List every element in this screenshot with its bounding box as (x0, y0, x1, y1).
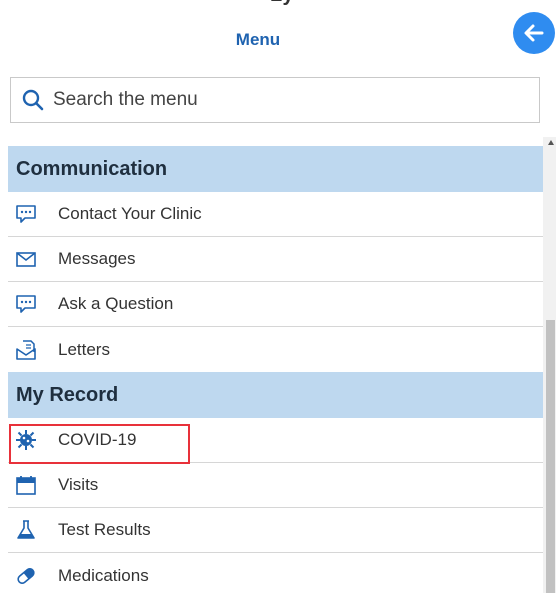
menu-item-letters[interactable]: Letters (8, 327, 543, 372)
scroll-up-arrow-icon[interactable] (548, 140, 554, 145)
search-icon (21, 88, 45, 112)
calendar-icon (14, 473, 38, 497)
flask-icon (14, 518, 38, 542)
menu-item-label: Test Results (58, 520, 151, 539)
arrow-left-icon (524, 24, 544, 42)
menu-item-label: Messages (58, 249, 136, 268)
menu-item-messages[interactable]: Messages (8, 237, 543, 282)
chat-icon (14, 292, 38, 316)
menu-item-label: Medications (58, 565, 149, 585)
menu-item-visits[interactable]: Visits (8, 463, 543, 508)
menu-item-label: Ask a Question (58, 294, 174, 313)
menu-list: Communication Contact Your Clinic Messag… (8, 146, 543, 598)
back-button[interactable] (513, 12, 555, 54)
page-heading-fragment: Ly (270, 0, 350, 6)
virus-icon (14, 428, 38, 452)
menu-item-covid-19[interactable]: COVID-19 (8, 418, 543, 463)
menu-title: Menu (235, 30, 281, 49)
menu-item-label: COVID-19 (58, 430, 137, 449)
pill-icon (14, 564, 38, 588)
section-header-my-record: My Record (8, 372, 543, 418)
menu-item-label: Contact Your Clinic (58, 204, 202, 223)
menu-item-ask-a-question[interactable]: Ask a Question (8, 282, 543, 327)
search-box[interactable] (10, 77, 540, 123)
section-header-communication: Communication (8, 146, 543, 192)
menu-item-test-results[interactable]: Test Results (8, 508, 543, 553)
menu-item-label: Visits (58, 475, 99, 494)
menu-item-label: Letters (58, 339, 110, 359)
chat-icon (14, 202, 38, 226)
menu-item-contact-your-clinic[interactable]: Contact Your Clinic (8, 192, 543, 237)
menu-item-medications[interactable]: Medications (8, 553, 543, 598)
letter-icon (14, 338, 38, 362)
scrollbar-thumb[interactable] (546, 320, 555, 593)
search-input[interactable] (53, 89, 539, 111)
envelope-icon (14, 247, 38, 271)
